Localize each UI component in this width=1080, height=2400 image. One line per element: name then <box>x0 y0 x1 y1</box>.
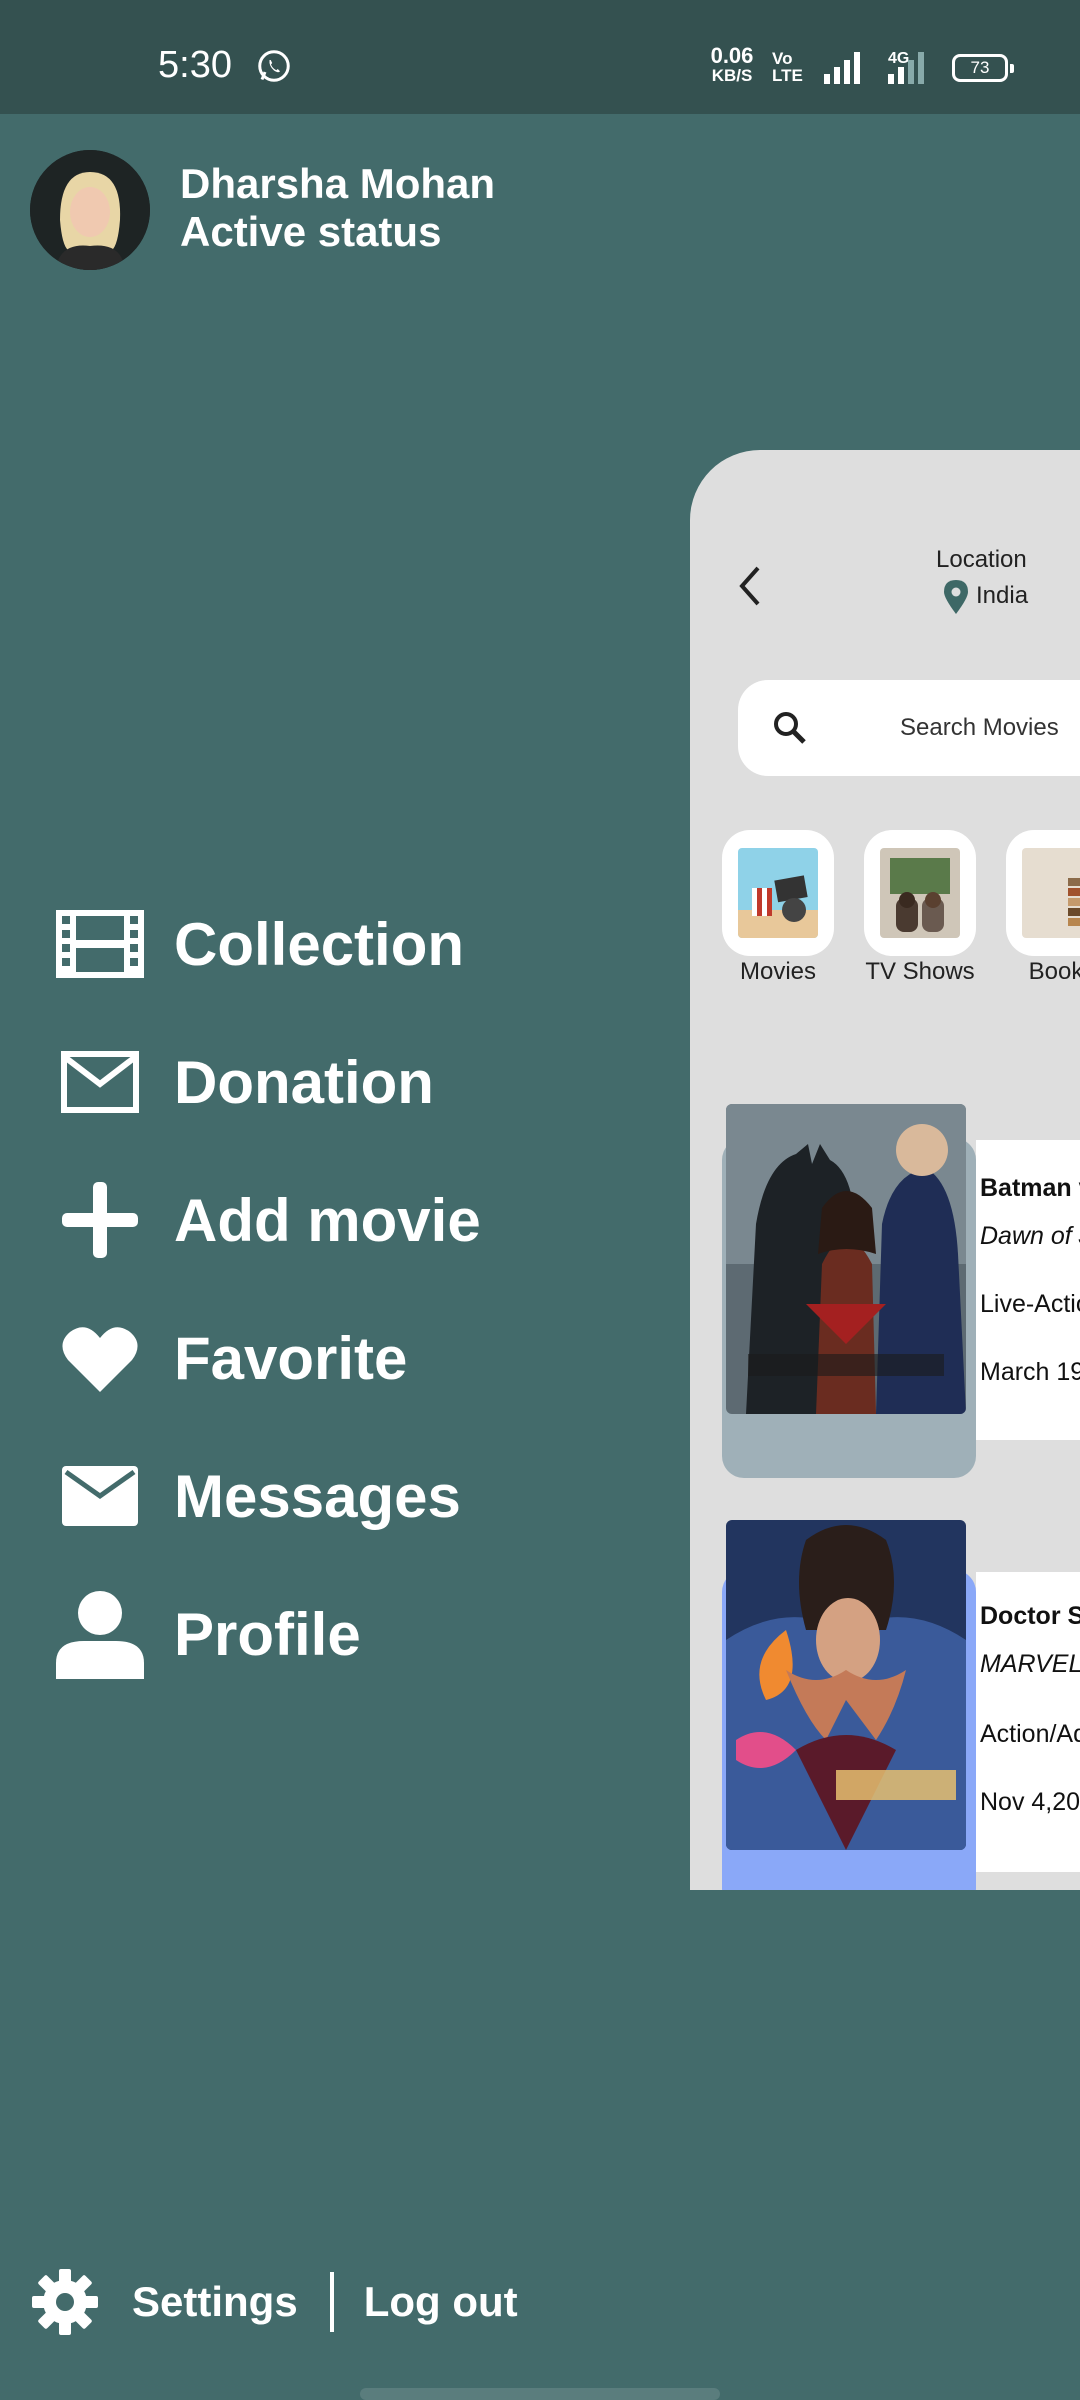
menu-item-favorite[interactable]: Favorite <box>50 1289 610 1427</box>
search-icon <box>774 712 806 744</box>
drawer-menu: Collection Donation Add movie Favorite M… <box>50 875 610 1703</box>
user-name: Dharsha Mohan <box>180 160 496 207</box>
menu-item-messages[interactable]: Messages <box>50 1427 610 1565</box>
menu-item-donation[interactable]: Donation <box>50 1013 610 1151</box>
battery-icon: 73 <box>952 54 1014 82</box>
menu-item-label: Messages <box>174 1462 461 1530</box>
movie-info-batman[interactable]: Batman v Dawn of Ju Live-Actio March 19, <box>976 1140 1080 1440</box>
movie-subtitle: Dawn of Ju <box>980 1222 1080 1250</box>
tv-shows-thumbnail <box>880 848 960 938</box>
movie-genre: Action/Ad <box>980 1720 1080 1748</box>
movie-date: Nov 4,201 <box>980 1788 1080 1816</box>
signal-icon <box>824 52 860 84</box>
doctor-strange-poster-image <box>726 1520 966 1850</box>
menu-item-label: Collection <box>174 910 465 978</box>
menu-item-label: Add movie <box>174 1186 481 1254</box>
menu-item-add-movie[interactable]: Add movie <box>50 1151 610 1289</box>
volte-indicator: Vo LTE <box>772 49 803 85</box>
network-speed-value: 0.06 <box>710 43 754 68</box>
drawer-footer: Settings Log out <box>30 2262 630 2342</box>
status-bar: 5:30 0.06 KB/S Vo LTE 4G 73 <box>0 0 1080 114</box>
category-tv-shows[interactable] <box>864 830 976 956</box>
location-value[interactable]: India <box>976 582 1028 610</box>
search-placeholder: Search Movies <box>900 714 1059 741</box>
film-icon <box>50 899 150 989</box>
movie-title: Doctor Str <box>980 1602 1080 1630</box>
category-label: Books <box>1028 958 1080 985</box>
batman-poster-image <box>726 1104 966 1414</box>
avatar[interactable] <box>30 150 150 270</box>
whatsapp-icon <box>258 50 290 82</box>
movie-title: Batman v <box>980 1174 1080 1202</box>
menu-item-label: Favorite <box>174 1324 408 1392</box>
signal-icon-2 <box>888 52 924 84</box>
menu-item-label: Profile <box>174 1600 361 1668</box>
category-label: Movies <box>739 958 817 985</box>
movies-thumbnail <box>738 848 818 938</box>
envelope-filled-icon <box>50 1451 150 1541</box>
network-speed-unit: KB/S <box>711 66 753 85</box>
plus-icon <box>50 1175 150 1265</box>
search-bar[interactable]: Search Movies <box>738 680 1080 776</box>
back-arrow-icon[interactable] <box>732 562 768 610</box>
footer-divider <box>329 2272 334 2332</box>
location-pin-icon <box>944 580 968 614</box>
menu-item-profile[interactable]: Profile <box>50 1565 610 1703</box>
person-icon <box>50 1589 150 1679</box>
location-label: Location <box>936 546 1027 573</box>
home-indicator[interactable] <box>360 2388 720 2400</box>
menu-item-collection[interactable]: Collection <box>50 875 610 1013</box>
user-status: Active status <box>180 208 442 255</box>
category-movies[interactable] <box>722 830 834 956</box>
status-time: 5:30 <box>158 44 232 86</box>
movie-genre: Live-Actio <box>980 1290 1080 1318</box>
movie-subtitle: MARVEL <box>980 1650 1080 1678</box>
network-speed: 0.06 KB/S <box>706 43 758 86</box>
category-books[interactable] <box>1006 830 1080 956</box>
settings-button[interactable]: Settings <box>132 2278 298 2326</box>
heart-icon <box>50 1313 150 1403</box>
menu-item-label: Donation <box>174 1048 434 1116</box>
books-thumbnail <box>1022 848 1080 938</box>
category-label: TV Shows <box>865 958 975 985</box>
envelope-outline-icon <box>50 1037 150 1127</box>
movie-date: March 19, <box>980 1358 1080 1386</box>
movie-info-doctor-strange[interactable]: Doctor Str MARVEL Action/Ad Nov 4,201 <box>976 1572 1080 1872</box>
avatar-photo <box>30 150 150 270</box>
logout-button[interactable]: Log out <box>364 2278 518 2326</box>
main-screen-preview[interactable]: Location India Search Movies Movies TV S… <box>690 450 1080 1890</box>
gear-icon[interactable] <box>30 2267 100 2337</box>
